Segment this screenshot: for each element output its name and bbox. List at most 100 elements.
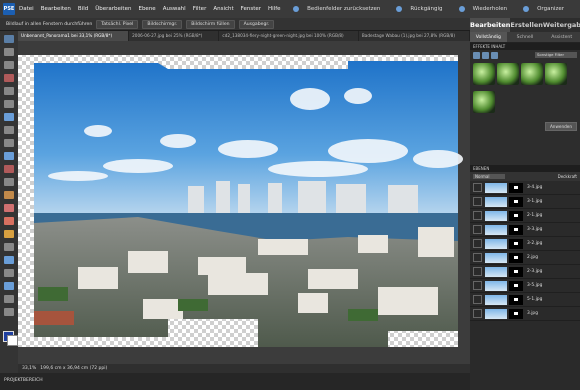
undo-button[interactable]: Rückgängig <box>396 5 450 12</box>
zoom-level[interactable]: 33,1% <box>22 366 36 371</box>
layer-mask-thumbnail <box>509 280 523 291</box>
effect-thumbnail[interactable] <box>521 63 543 85</box>
project-bin-label: PROJEKTBEREICH <box>4 378 43 383</box>
layer-row[interactable]: 3-4.jpg <box>470 181 580 195</box>
blur-tool-icon[interactable] <box>4 295 14 303</box>
eye-icon[interactable] <box>473 267 482 276</box>
menu-layer[interactable]: Ebene <box>138 6 155 12</box>
layer-row[interactable]: 3-2.jpg <box>470 237 580 251</box>
layer-row[interactable]: 3-5.jpg <box>470 279 580 293</box>
text-tool-icon[interactable] <box>4 126 14 134</box>
layers-panel: EBENEN Normal Deckkraft 3-4.jpg 3-1.jpg … <box>470 165 580 390</box>
tab-edit[interactable]: Bearbeiten <box>470 18 511 32</box>
doc-tab-2006[interactable]: 2006-06-27.jpg bei 25% (RGB/8*) <box>129 31 220 41</box>
layer-mask-thumbnail <box>509 266 523 277</box>
layer-row[interactable]: 3-3.jpg <box>470 223 580 237</box>
effects-panel-header[interactable]: EFFEKTE INHALT <box>470 43 580 50</box>
layer-thumbnail <box>485 196 507 207</box>
healing-brush-tool-icon[interactable] <box>4 178 14 186</box>
eye-icon[interactable] <box>473 239 482 248</box>
layer-row[interactable]: 2.jpg <box>470 251 580 265</box>
effects-thumbnails <box>470 60 580 120</box>
scroll-all-checkbox[interactable]: Bildlauf in allen Fenstern durchführen <box>6 22 92 27</box>
tab-quick[interactable]: Schnell <box>507 32 544 42</box>
red-eye-tool-icon[interactable] <box>4 165 14 173</box>
doc-tab-panorama[interactable]: Unbenannt_Panorama1 bei 33,1% (RGB/8*) <box>18 31 130 41</box>
layer-thumbnail <box>485 210 507 221</box>
pencil-tool-icon[interactable] <box>4 217 14 225</box>
menu-file[interactable]: Datei <box>19 6 34 12</box>
apply-button[interactable]: Anwenden <box>544 122 577 131</box>
menu-help[interactable]: Hilfe <box>268 6 281 12</box>
layer-name: 3-1.jpg <box>527 199 543 204</box>
sponge-tool-icon[interactable] <box>4 308 14 316</box>
eye-icon[interactable] <box>473 183 482 192</box>
organizer-button[interactable]: Organizer <box>523 5 572 12</box>
app-logo: PSE <box>3 3 15 15</box>
layer-row[interactable]: 2-1.jpg <box>470 209 580 223</box>
eraser-tool-icon[interactable] <box>4 204 14 212</box>
fill-screen-button[interactable]: Bildschirm füllen <box>186 19 235 29</box>
background-color-swatch[interactable] <box>7 335 18 346</box>
cookie-cutter-tool-icon[interactable] <box>4 152 14 160</box>
paint-bucket-tool-icon[interactable] <box>4 256 14 264</box>
crop-tool-icon[interactable] <box>4 139 14 147</box>
menu-edit[interactable]: Bearbeiten <box>41 6 71 12</box>
clone-stamp-tool-icon[interactable] <box>4 191 14 199</box>
project-bin[interactable]: PROJEKTBEREICH <box>0 373 470 390</box>
layer-row[interactable]: 5-1.jpg <box>470 293 580 307</box>
redo-button[interactable]: Wiederholen <box>458 5 516 12</box>
tab-create[interactable]: Erstellen <box>510 18 543 32</box>
effect-thumbnail[interactable] <box>497 63 519 85</box>
move-tool-icon[interactable] <box>4 35 14 43</box>
canvas-area[interactable] <box>18 41 470 364</box>
actual-pixels-button[interactable]: Tatsächl. Pixel <box>96 19 139 29</box>
effect-thumbnail[interactable] <box>473 91 495 113</box>
blend-mode-dropdown[interactable]: Normal <box>473 174 505 179</box>
brush-tool-icon[interactable] <box>4 230 14 238</box>
toolbox <box>0 31 19 377</box>
doc-tab-fiery-night[interactable]: cd2_138034-fiery-night-green-night.jpg b… <box>219 31 359 41</box>
eye-icon[interactable] <box>473 211 482 220</box>
gradient-tool-icon[interactable] <box>4 269 14 277</box>
zoom-tool-icon[interactable] <box>4 48 14 56</box>
layers-panel-header[interactable]: EBENEN <box>470 165 580 172</box>
layer-name: 3-3.jpg <box>527 227 543 232</box>
menu-window[interactable]: Fenster <box>241 6 261 12</box>
eye-icon[interactable] <box>473 281 482 290</box>
filter-category-dropdown[interactable]: Sonstige Filter <box>535 52 577 58</box>
reset-panels-button[interactable]: Bedienfelder zurücksetzen <box>293 5 388 12</box>
tab-share[interactable]: Weitergabe <box>543 18 580 32</box>
menu-select[interactable]: Auswahl <box>163 6 186 12</box>
effect-thumbnail[interactable] <box>545 63 567 85</box>
tab-guided[interactable]: Assistent <box>543 32 580 42</box>
marquee-tool-icon[interactable] <box>4 87 14 95</box>
menu-filter[interactable]: Filter <box>193 6 207 12</box>
effect-thumbnail[interactable] <box>473 63 495 85</box>
menu-view[interactable]: Ansicht <box>213 6 233 12</box>
doc-tab-badestage[interactable]: Badestage Wabau (1).jpg bei 27,8% (RGB/8… <box>359 31 470 41</box>
magic-wand-tool-icon[interactable] <box>4 113 14 121</box>
tab-full[interactable]: Vollständig <box>470 32 507 42</box>
print-size-button[interactable]: Ausgabegr. <box>238 19 275 29</box>
shape-tool-icon[interactable] <box>4 282 14 290</box>
photo-effects-icon[interactable] <box>491 51 498 59</box>
filters-icon[interactable] <box>473 51 480 59</box>
smart-brush-tool-icon[interactable] <box>4 243 14 251</box>
menu-image[interactable]: Bild <box>78 6 88 12</box>
eye-icon[interactable] <box>473 225 482 234</box>
layer-row[interactable]: 3-1.jpg <box>470 195 580 209</box>
fit-screen-button[interactable]: Bildschirmgr. <box>142 19 183 29</box>
right-panel: Bearbeiten Erstellen Weitergabe Vollstän… <box>470 18 580 390</box>
eye-icon[interactable] <box>473 309 482 318</box>
menu-enhance[interactable]: Überarbeiten <box>95 6 131 12</box>
eye-icon[interactable] <box>473 197 482 206</box>
lasso-tool-icon[interactable] <box>4 100 14 108</box>
eye-icon[interactable] <box>473 253 482 262</box>
eyedropper-tool-icon[interactable] <box>4 74 14 82</box>
layer-row[interactable]: 3.jpg <box>470 307 580 321</box>
layer-styles-icon[interactable] <box>482 51 489 59</box>
eye-icon[interactable] <box>473 295 482 304</box>
hand-tool-icon[interactable] <box>4 61 14 69</box>
layer-row[interactable]: 2-3.jpg <box>470 265 580 279</box>
